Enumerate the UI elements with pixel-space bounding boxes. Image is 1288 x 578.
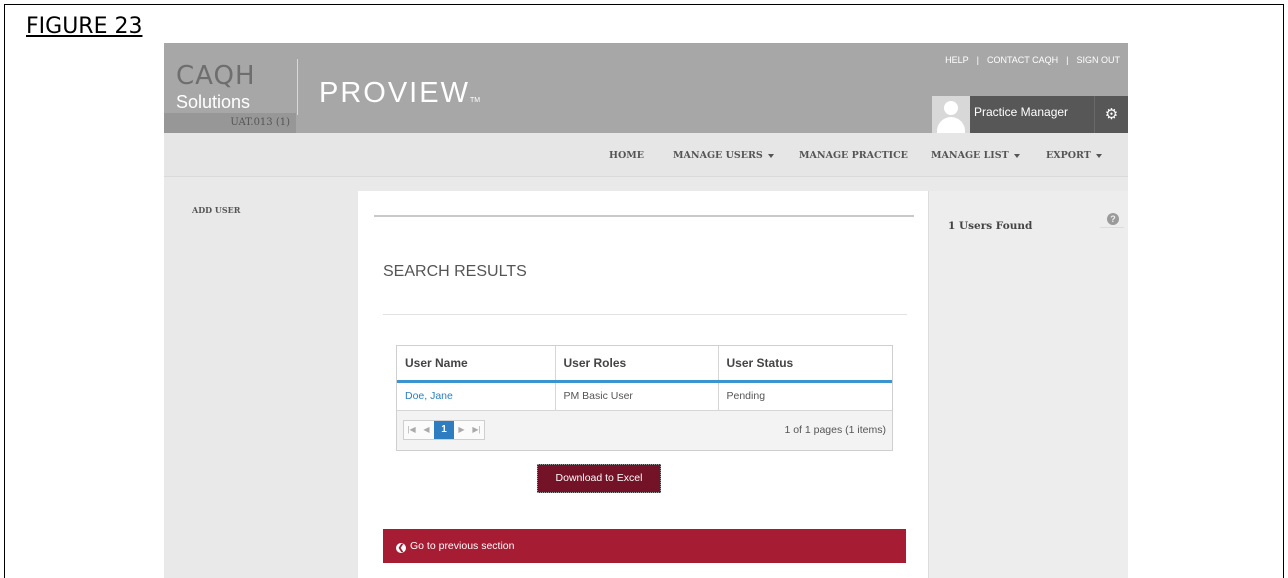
nav-export[interactable]: EXPORT (1046, 150, 1102, 161)
avatar (932, 96, 970, 133)
figure-label: FIGURE 23 (26, 14, 143, 39)
chevron-down-icon (1013, 153, 1020, 158)
nav-manage-list[interactable]: MANAGE LIST (931, 150, 1020, 161)
last-page-icon[interactable]: ▶| (469, 421, 484, 439)
user-menu[interactable]: Practice Manager ⚙ (932, 96, 1128, 133)
first-page-icon[interactable]: |◀ (404, 421, 419, 439)
logo-divider (297, 59, 298, 115)
users-found-count: 1 Users Found (948, 220, 1033, 232)
previous-section-button[interactable]: ❮ Go to previous section (383, 529, 906, 563)
help-icon[interactable]: ? (1107, 213, 1119, 225)
next-page-icon[interactable]: ▶ (454, 421, 469, 439)
main-nav: HOME MANAGE USERS MANAGE PRACTICE MANAGE… (164, 133, 1128, 177)
page-title: SEARCH RESULTS (383, 263, 527, 280)
column-header-user-roles[interactable]: User Roles (555, 346, 719, 383)
previous-section-label: Go to previous section (410, 540, 515, 552)
user-name-link[interactable]: Doe, Jane (405, 390, 453, 402)
chevron-down-icon (767, 153, 774, 158)
results-grid: User Name User Roles User Status Doe, Ja… (396, 345, 893, 451)
sidebar-item-add-user[interactable]: ADD USER (192, 205, 240, 215)
column-header-user-status[interactable]: User Status (718, 346, 892, 383)
divider (374, 215, 914, 217)
arrow-left-icon: ❮ (396, 543, 406, 553)
page-number-button[interactable]: 1 (434, 421, 454, 439)
user-name: Practice Manager (974, 105, 1069, 119)
solutions-logo-text: Solutions (176, 92, 251, 112)
instance-label: UAT.013 (1) (164, 113, 296, 133)
nav-manage-users[interactable]: MANAGE USERS (673, 150, 774, 161)
pager-info: 1 of 1 pages (1 items) (784, 424, 886, 436)
prev-page-icon[interactable]: ◀ (419, 421, 434, 439)
proview-app: CAQH Solutions PROVIEWTM UAT.013 (1) HEL… (164, 43, 1128, 578)
header: CAQH Solutions PROVIEWTM UAT.013 (1) HEL… (164, 43, 1128, 133)
gear-icon[interactable]: ⚙ (1094, 96, 1128, 133)
trademark-mark: TM (469, 97, 481, 104)
nav-manage-practice[interactable]: MANAGE PRACTICE (799, 150, 908, 161)
chevron-down-icon (1095, 153, 1102, 158)
nav-home[interactable]: HOME (609, 150, 644, 161)
left-sidebar: ADD USER (164, 191, 358, 578)
contact-caqh-link[interactable]: CONTACT CAQH (987, 55, 1058, 65)
cell-user-status: Pending (726, 390, 766, 403)
cell-user-name[interactable]: Doe, Jane (397, 381, 556, 410)
pager: |◀ ◀ 1 ▶ ▶| 1 of 1 pages (1 items) (397, 410, 892, 450)
cell-user-roles: PM Basic User (555, 381, 719, 410)
pager-buttons: |◀ ◀ 1 ▶ ▶| (403, 420, 485, 440)
column-header-user-name[interactable]: User Name (397, 346, 556, 383)
proview-logo: PROVIEWTM (319, 77, 481, 109)
help-link[interactable]: HELP (945, 55, 969, 65)
sign-out-link[interactable]: SIGN OUT (1076, 55, 1120, 65)
divider (383, 314, 907, 315)
download-to-excel-button[interactable]: Download to Excel (537, 464, 661, 493)
table-row: Doe, Jane PM Basic User Pending (397, 381, 892, 410)
right-panel: 1 Users Found ? (928, 191, 1128, 578)
top-links: HELP | CONTACT CAQH | SIGN OUT (945, 55, 1120, 65)
main-content: SEARCH RESULTS User Name User Roles User… (358, 191, 928, 578)
caqh-logo: CAQH (176, 61, 256, 91)
